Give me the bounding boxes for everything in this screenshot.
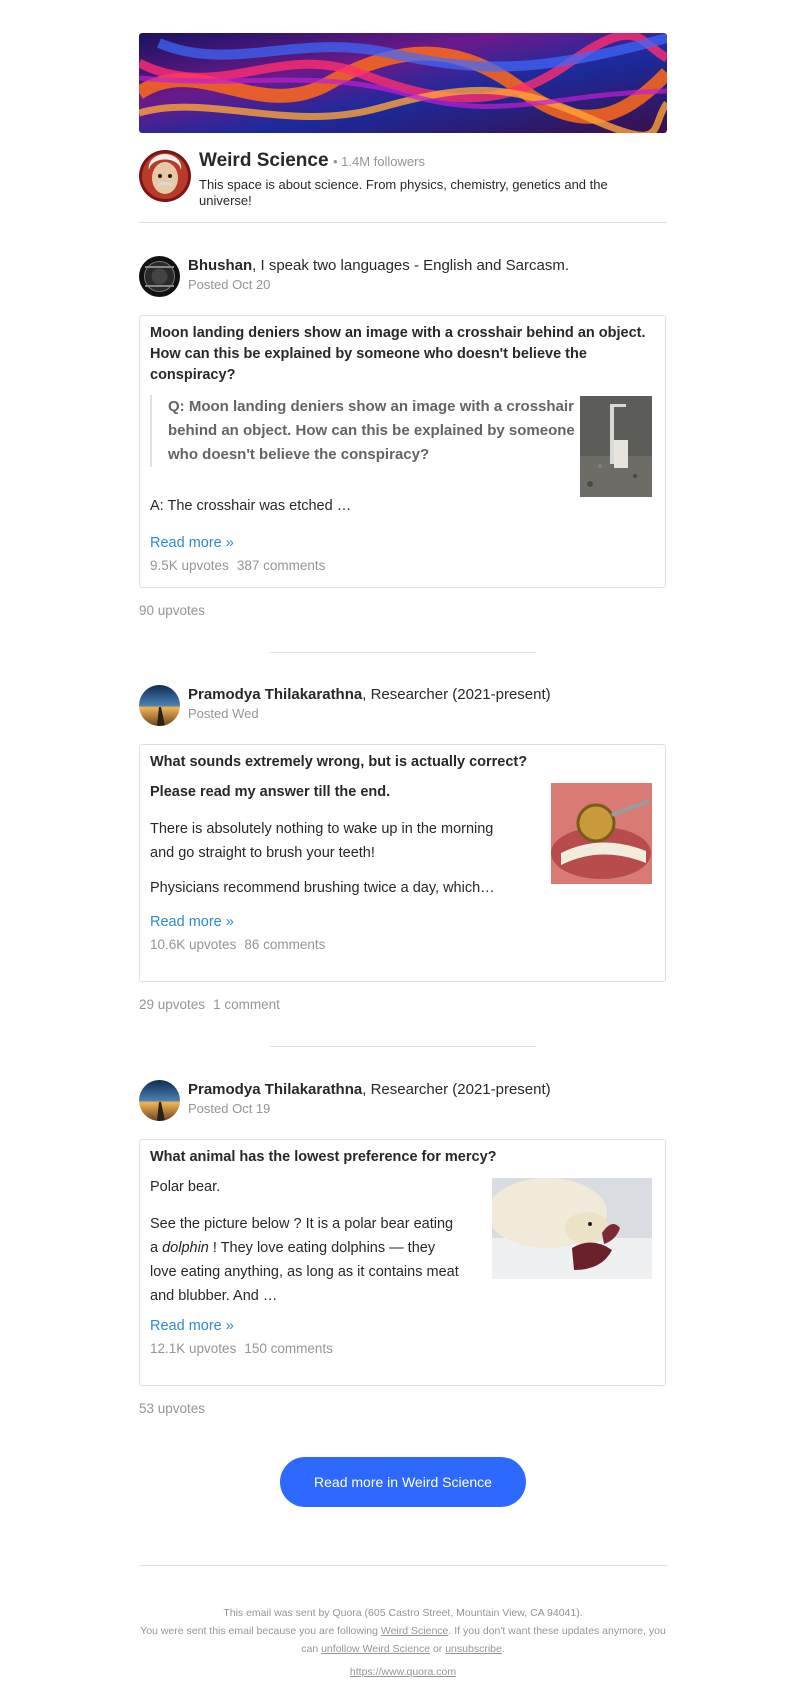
author-name[interactable]: Pramodya Thilakarathna	[188, 1081, 362, 1098]
answer-paragraph: See the picture below ? It is a polar be…	[150, 1212, 460, 1308]
post-stats: 29 upvotes 1 comment	[139, 997, 280, 1012]
answer-lead: Polar bear.	[150, 1179, 221, 1195]
question-title[interactable]: What animal has the lowest preference fo…	[150, 1147, 650, 1168]
answer-excerpt: A: The crosshair was etched …	[150, 498, 352, 514]
answer-card[interactable]: Moon landing deniers show an image with …	[139, 315, 666, 588]
post-stats: 53 upvotes	[139, 1401, 205, 1416]
author-row: Pramodya Thilakarathna, Researcher (2021…	[139, 1080, 667, 1122]
footer-reason-text: You were sent this email because you are…	[140, 1625, 381, 1637]
author-line: Pramodya Thilakarathna, Researcher (2021…	[188, 686, 551, 703]
card-comments: 150 comments	[244, 1341, 333, 1356]
author-credential: , Researcher (2021-present)	[362, 1081, 551, 1098]
card-comments: 387 comments	[236, 558, 326, 573]
author-name[interactable]: Pramodya Thilakarathna	[188, 686, 362, 703]
answer-card[interactable]: What sounds extremely wrong, but is actu…	[139, 744, 666, 982]
author-row: Pramodya Thilakarathna, Researcher (2021…	[139, 685, 667, 727]
answer-card[interactable]: What animal has the lowest preference fo…	[139, 1139, 666, 1386]
card-stats: 10.6K upvotes 86 comments	[150, 937, 325, 952]
answer-lead: Please read my answer till the end.	[150, 784, 391, 800]
post-date: Posted Oct 19	[188, 1101, 271, 1116]
author-credential: , I speak two languages - English and Sa…	[252, 257, 570, 274]
post-2: Pramodya Thilakarathna, Researcher (2021…	[139, 685, 667, 1012]
moon-photo-thumbnail	[580, 396, 652, 497]
card-stats: 12.1K upvotes 150 comments	[150, 1341, 333, 1356]
space-banner-image	[139, 33, 667, 133]
quora-home-link[interactable]: https://www.quora.com	[350, 1666, 456, 1678]
question-title[interactable]: What sounds extremely wrong, but is actu…	[150, 752, 650, 773]
teeth-photo-thumbnail	[551, 783, 652, 884]
footer-reason-text: or	[430, 1643, 446, 1655]
footer-address: This email was sent by Quora (605 Castro…	[223, 1607, 583, 1619]
card-upvotes: 10.6K upvotes	[150, 937, 237, 952]
author-credential: , Researcher (2021-present)	[362, 686, 551, 703]
footer-reason-text: .	[501, 1643, 505, 1655]
author-avatar[interactable]	[139, 256, 180, 297]
read-more-in-space-button[interactable]: Read more in Weird Science	[280, 1457, 526, 1507]
post-1: Bhushan, I speak two languages - English…	[139, 256, 667, 618]
unfollow-link[interactable]: unfollow Weird Science	[321, 1643, 430, 1655]
author-name[interactable]: Bhushan	[188, 257, 252, 274]
space-followers-count: • 1.4M followers	[333, 154, 425, 169]
post-3: Pramodya Thilakarathna, Researcher (2021…	[139, 1080, 667, 1416]
space-header: Weird Science • 1.4M followers This spac…	[139, 150, 667, 223]
card-upvotes: 12.1K upvotes	[150, 1341, 237, 1356]
polar-bear-photo-thumbnail	[492, 1178, 652, 1279]
space-avatar[interactable]	[139, 150, 191, 202]
footer-text: This email was sent by Quora (605 Castro…	[139, 1604, 667, 1658]
space-title[interactable]: Weird Science	[199, 150, 329, 171]
answer-paragraph: Physicians recommend brushing twice a da…	[150, 880, 495, 896]
post-divider	[270, 652, 536, 653]
footer-url: https://www.quora.com	[139, 1666, 667, 1678]
read-more-link[interactable]: Read more »	[150, 1318, 234, 1334]
card-comments: 86 comments	[244, 937, 326, 952]
footer-reason: You were sent this email because you are…	[139, 1622, 667, 1658]
quoted-question: Q: Moon landing deniers show an image wi…	[150, 395, 580, 467]
answer-paragraph: There is absolutely nothing to wake up i…	[150, 821, 494, 861]
unsubscribe-link[interactable]: unsubscribe	[445, 1643, 502, 1655]
post-upvotes: 29 upvotes	[139, 997, 206, 1012]
post-upvotes: 90 upvotes	[139, 603, 206, 618]
space-title-line: Weird Science • 1.4M followers	[199, 150, 425, 172]
space-link[interactable]: Weird Science	[381, 1625, 449, 1637]
author-avatar[interactable]	[139, 1080, 180, 1121]
post-comments[interactable]: 1 comment	[213, 997, 280, 1012]
author-line: Pramodya Thilakarathna, Researcher (2021…	[188, 1081, 551, 1098]
post-stats: 90 upvotes	[139, 603, 205, 618]
read-more-link[interactable]: Read more »	[150, 535, 234, 551]
post-date: Posted Oct 20	[188, 277, 271, 292]
read-more-link[interactable]: Read more »	[150, 914, 234, 930]
post-date: Posted Wed	[188, 706, 259, 721]
footer-divider	[139, 1565, 667, 1566]
question-title[interactable]: Moon landing deniers show an image with …	[150, 323, 650, 386]
card-upvotes: 9.5K upvotes	[150, 558, 229, 573]
author-line: Bhushan, I speak two languages - English…	[188, 257, 569, 274]
author-avatar[interactable]	[139, 685, 180, 726]
space-description: This space is about science. From physic…	[199, 177, 608, 208]
answer-italic-text: dolphin	[162, 1240, 209, 1256]
post-upvotes: 53 upvotes	[139, 1401, 206, 1416]
post-divider	[270, 1046, 536, 1047]
author-row: Bhushan, I speak two languages - English…	[139, 256, 667, 298]
card-stats: 9.5K upvotes 387 comments	[150, 558, 325, 573]
